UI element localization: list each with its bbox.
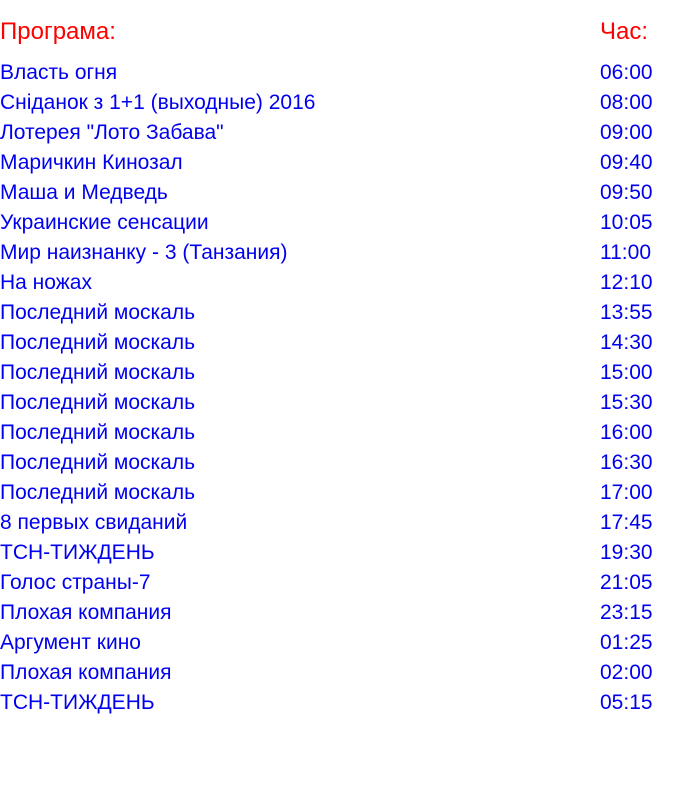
schedule-row: Маричкин Кинозал 09:40	[0, 148, 700, 178]
schedule-row: Власть огня 06:00	[0, 58, 700, 88]
program-time: 02:00	[600, 661, 653, 684]
program-title: Власть огня	[0, 61, 118, 84]
schedule-row: Последний москаль 17:00	[0, 478, 700, 508]
program-title: На ножах	[0, 271, 92, 294]
program-time: 16:30	[600, 451, 653, 474]
program-title: Маричкин Кинозал	[0, 151, 183, 174]
program-title: Аргумент кино	[0, 631, 141, 654]
schedule-row: Лотерея "Лото Забава" 09:00	[0, 118, 700, 148]
program-time: 14:30	[600, 331, 653, 354]
schedule-row: Украинские сенсации 10:05	[0, 208, 700, 238]
program-title: Последний москаль	[0, 391, 196, 414]
program-time: 09:50	[600, 181, 653, 204]
schedule-row: Плохая компания 02:00	[0, 658, 700, 688]
program-title: Плохая компания	[0, 661, 172, 684]
program-time: 23:15	[600, 601, 653, 624]
program-time: 12:10	[600, 271, 653, 294]
program-title: Сніданок з 1+1 (выходные) 2016	[0, 91, 316, 114]
program-time: 19:30	[600, 541, 653, 564]
program-time: 06:00	[600, 61, 653, 84]
program-time: 05:15	[600, 691, 653, 714]
schedule-row: Голос страны-7 21:05	[0, 568, 700, 598]
program-title: Плохая компания	[0, 601, 172, 624]
program-title: ТСН-ТИЖДЕНЬ	[0, 541, 155, 564]
program-time: 15:30	[600, 391, 653, 414]
program-time: 09:40	[600, 151, 653, 174]
schedule-row: Последний москаль 16:00	[0, 418, 700, 448]
schedule-row: Последний москаль 14:30	[0, 328, 700, 358]
program-time: 10:05	[600, 211, 653, 234]
program-title: Последний москаль	[0, 481, 196, 504]
schedule-row: Последний москаль 16:30	[0, 448, 700, 478]
schedule-row: ТСН-ТИЖДЕНЬ 05:15	[0, 688, 700, 718]
program-title: Последний москаль	[0, 361, 196, 384]
schedule-row: ТСН-ТИЖДЕНЬ 19:30	[0, 538, 700, 568]
schedule-row: На ножах 12:10	[0, 268, 700, 298]
program-title: Последний москаль	[0, 301, 196, 324]
program-time: 17:00	[600, 481, 653, 504]
schedule-rows: Власть огня 06:00 Сніданок з 1+1 (выходн…	[0, 58, 700, 718]
schedule-row: Последний москаль 15:00	[0, 358, 700, 388]
program-time: 21:05	[600, 571, 653, 594]
program-title: Последний москаль	[0, 421, 196, 444]
program-title: 8 первых свиданий	[0, 511, 188, 534]
tv-schedule: Програма: Час: Власть огня 06:00 Снідано…	[0, 14, 700, 718]
program-title: Последний москаль	[0, 451, 196, 474]
program-time: 17:45	[600, 511, 653, 534]
program-title: ТСН-ТИЖДЕНЬ	[0, 691, 155, 714]
schedule-row: Плохая компания 23:15	[0, 598, 700, 628]
schedule-row: Маша и Медведь 09:50	[0, 178, 700, 208]
program-time: 13:55	[600, 301, 653, 324]
schedule-row: Последний москаль 15:30	[0, 388, 700, 418]
program-title: Последний москаль	[0, 331, 196, 354]
time-column-header: Час:	[600, 18, 649, 45]
program-title: Маша и Медведь	[0, 181, 168, 204]
schedule-row: 8 первых свиданий 17:45	[0, 508, 700, 538]
program-title: Украинские сенсации	[0, 211, 209, 234]
program-title: Мир наизнанку - 3 (Танзания)	[0, 241, 288, 264]
program-time: 09:00	[600, 121, 653, 144]
schedule-row: Последний москаль 13:55	[0, 298, 700, 328]
program-time: 16:00	[600, 421, 653, 444]
program-time: 08:00	[600, 91, 653, 114]
schedule-row: Мир наизнанку - 3 (Танзания) 11:00	[0, 238, 700, 268]
program-title: Лотерея "Лото Забава"	[0, 121, 224, 144]
program-time: 11:00	[600, 241, 651, 264]
program-time: 01:25	[600, 631, 653, 654]
program-time: 15:00	[600, 361, 653, 384]
program-column-header: Програма:	[0, 18, 116, 45]
schedule-header: Програма: Час:	[0, 14, 700, 50]
schedule-row: Аргумент кино 01:25	[0, 628, 700, 658]
schedule-row: Сніданок з 1+1 (выходные) 2016 08:00	[0, 88, 700, 118]
program-title: Голос страны-7	[0, 571, 151, 594]
